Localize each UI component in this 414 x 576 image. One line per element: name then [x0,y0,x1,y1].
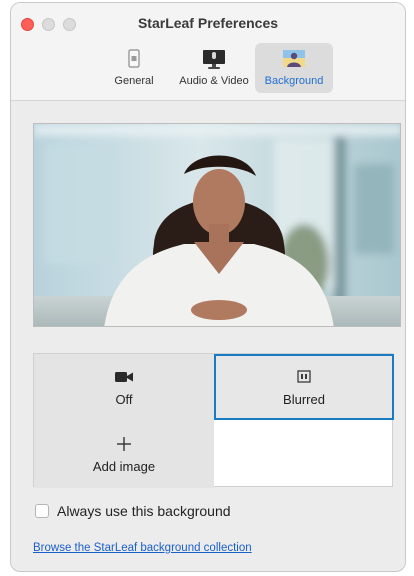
always-use-background-checkbox[interactable] [35,504,49,518]
always-use-background-label: Always use this background [57,503,231,519]
background-option-add-image[interactable]: Add image [34,420,214,488]
preferences-window: StarLeaf Preferences General Audio & Vid… [10,2,406,572]
browse-background-collection-link[interactable]: Browse the StarLeaf background collectio… [33,542,252,554]
tab-audio-video-label: Audio & Video [179,75,249,87]
tab-general[interactable]: General [95,43,173,93]
tab-general-label: General [114,75,154,87]
tab-background-label: Background [264,75,324,87]
preferences-tabs: General Audio & Video Background [95,43,333,93]
background-option-off-label: Off [115,391,133,407]
background-option-blurred[interactable]: Blurred [214,354,394,420]
plus-icon [116,435,132,453]
tab-background[interactable]: Background [255,43,333,93]
titlebar: StarLeaf Preferences General Audio & Vid… [11,3,405,101]
phone-icon [121,48,147,70]
window-title: StarLeaf Preferences [137,15,279,31]
background-option-add-image-label: Add image [92,458,156,474]
tab-audio-video[interactable]: Audio & Video [175,43,253,93]
background-options: Off Blurred Add image [33,353,394,488]
background-preview-image [33,123,401,327]
monitor-mic-icon [201,48,227,70]
video-camera-icon [114,368,134,386]
background-option-off[interactable]: Off [34,354,214,420]
always-use-background-row[interactable]: Always use this background [35,503,231,519]
background-option-blurred-label: Blurred [283,391,325,407]
blur-icon [296,368,312,386]
person-background-icon [281,48,307,70]
